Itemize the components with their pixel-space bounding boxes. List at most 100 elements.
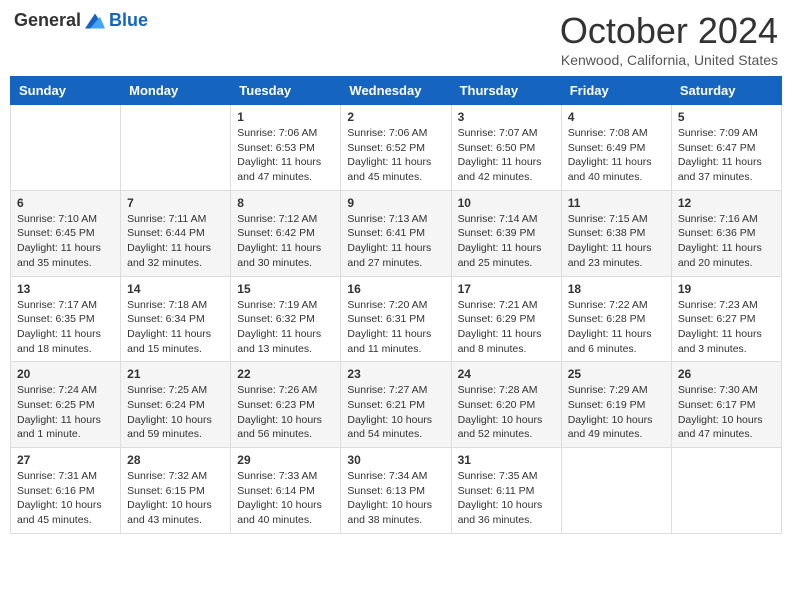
- day-info: Sunrise: 7:27 AM Sunset: 6:21 PM Dayligh…: [347, 383, 444, 442]
- day-number: 20: [17, 367, 114, 381]
- day-info: Sunrise: 7:34 AM Sunset: 6:13 PM Dayligh…: [347, 469, 444, 528]
- calendar-week-row: 20 Sunrise: 7:24 AM Sunset: 6:25 PM Dayli…: [11, 362, 782, 448]
- logo-icon: [85, 11, 105, 31]
- day-info: Sunrise: 7:18 AM Sunset: 6:34 PM Dayligh…: [127, 298, 224, 357]
- calendar-day-header: Thursday: [451, 77, 561, 105]
- calendar-cell: 3Sunrise: 7:07 AM Sunset: 6:50 PM Daylig…: [451, 105, 561, 191]
- calendar-cell: 5 Sunrise: 7:09 AM Sunset: 6:47 PM Daylig…: [671, 105, 781, 191]
- day-number: 26: [678, 367, 775, 381]
- day-number: 23: [347, 367, 444, 381]
- day-info: Sunrise: 7:31 AM Sunset: 6:16 PM Dayligh…: [17, 469, 114, 528]
- logo: General Blue: [14, 10, 148, 31]
- calendar-cell: 19Sunrise: 7:23 AM Sunset: 6:27 PM Dayli…: [671, 276, 781, 362]
- day-number: 3: [458, 110, 555, 124]
- calendar-cell: 24 Sunrise: 7:28 AM Sunset: 6:20 PM Dayli…: [451, 362, 561, 448]
- calendar-cell: 26 Sunrise: 7:30 AM Sunset: 6:17 PM Dayli…: [671, 362, 781, 448]
- calendar-week-row: 13Sunrise: 7:17 AM Sunset: 6:35 PM Dayli…: [11, 276, 782, 362]
- calendar-cell: 25 Sunrise: 7:29 AM Sunset: 6:19 PM Dayli…: [561, 362, 671, 448]
- day-info: Sunrise: 7:12 AM Sunset: 6:42 PM Dayligh…: [237, 212, 334, 271]
- day-info: Sunrise: 7:28 AM Sunset: 6:20 PM Dayligh…: [458, 383, 555, 442]
- month-title: October 2024: [560, 10, 778, 52]
- calendar-cell: 30 Sunrise: 7:34 AM Sunset: 6:13 PM Dayli…: [341, 448, 451, 534]
- day-info: Sunrise: 7:16 AM Sunset: 6:36 PM Dayligh…: [678, 212, 775, 271]
- calendar-cell: 13Sunrise: 7:17 AM Sunset: 6:35 PM Dayli…: [11, 276, 121, 362]
- day-number: 11: [568, 196, 665, 210]
- day-info: Sunrise: 7:22 AM Sunset: 6:28 PM Dayligh…: [568, 298, 665, 357]
- calendar-week-row: 1 Sunrise: 7:06 AM Sunset: 6:53 PM Daylig…: [11, 105, 782, 191]
- calendar-day-header: Sunday: [11, 77, 121, 105]
- calendar-day-header: Wednesday: [341, 77, 451, 105]
- calendar-cell: 8 Sunrise: 7:12 AM Sunset: 6:42 PM Daylig…: [231, 190, 341, 276]
- day-number: 24: [458, 367, 555, 381]
- day-number: 30: [347, 453, 444, 467]
- day-number: 18: [568, 282, 665, 296]
- calendar-cell: 12 Sunrise: 7:16 AM Sunset: 6:36 PM Dayli…: [671, 190, 781, 276]
- day-number: 9: [347, 196, 444, 210]
- calendar-cell: [671, 448, 781, 534]
- calendar-cell: 29 Sunrise: 7:33 AM Sunset: 6:14 PM Dayli…: [231, 448, 341, 534]
- calendar-cell: 11 Sunrise: 7:15 AM Sunset: 6:38 PM Dayli…: [561, 190, 671, 276]
- calendar-cell: 23 Sunrise: 7:27 AM Sunset: 6:21 PM Dayli…: [341, 362, 451, 448]
- day-info: Sunrise: 7:10 AM Sunset: 6:45 PM Dayligh…: [17, 212, 114, 271]
- calendar-header-row: SundayMondayTuesdayWednesdayThursdayFrid…: [11, 77, 782, 105]
- calendar-cell: 1 Sunrise: 7:06 AM Sunset: 6:53 PM Daylig…: [231, 105, 341, 191]
- day-number: 1: [237, 110, 334, 124]
- calendar-cell: 31 Sunrise: 7:35 AM Sunset: 6:11 PM Dayli…: [451, 448, 561, 534]
- calendar-cell: [561, 448, 671, 534]
- day-info: Sunrise: 7:14 AM Sunset: 6:39 PM Dayligh…: [458, 212, 555, 271]
- calendar-cell: [121, 105, 231, 191]
- day-info: Sunrise: 7:21 AM Sunset: 6:29 PM Dayligh…: [458, 298, 555, 357]
- day-info: Sunrise: 7:30 AM Sunset: 6:17 PM Dayligh…: [678, 383, 775, 442]
- calendar-cell: 7 Sunrise: 7:11 AM Sunset: 6:44 PM Daylig…: [121, 190, 231, 276]
- calendar-day-header: Monday: [121, 77, 231, 105]
- calendar-cell: 16 Sunrise: 7:20 AM Sunset: 6:31 PM Dayli…: [341, 276, 451, 362]
- day-number: 13: [17, 282, 114, 296]
- day-number: 7: [127, 196, 224, 210]
- logo-text-blue: Blue: [109, 10, 148, 31]
- day-info: Sunrise: 7:29 AM Sunset: 6:19 PM Dayligh…: [568, 383, 665, 442]
- day-number: 28: [127, 453, 224, 467]
- day-info: Sunrise: 7:06 AM Sunset: 6:52 PM Dayligh…: [347, 126, 444, 185]
- day-info: Sunrise: 7:20 AM Sunset: 6:31 PM Dayligh…: [347, 298, 444, 357]
- calendar-cell: 22Sunrise: 7:26 AM Sunset: 6:23 PM Dayli…: [231, 362, 341, 448]
- day-number: 8: [237, 196, 334, 210]
- calendar-cell: 27Sunrise: 7:31 AM Sunset: 6:16 PM Dayli…: [11, 448, 121, 534]
- day-number: 31: [458, 453, 555, 467]
- day-number: 12: [678, 196, 775, 210]
- calendar-cell: 28 Sunrise: 7:32 AM Sunset: 6:15 PM Dayli…: [121, 448, 231, 534]
- day-info: Sunrise: 7:06 AM Sunset: 6:53 PM Dayligh…: [237, 126, 334, 185]
- day-info: Sunrise: 7:09 AM Sunset: 6:47 PM Dayligh…: [678, 126, 775, 185]
- calendar-cell: 14Sunrise: 7:18 AM Sunset: 6:34 PM Dayli…: [121, 276, 231, 362]
- calendar-cell: 20 Sunrise: 7:24 AM Sunset: 6:25 PM Dayli…: [11, 362, 121, 448]
- day-info: Sunrise: 7:32 AM Sunset: 6:15 PM Dayligh…: [127, 469, 224, 528]
- day-number: 16: [347, 282, 444, 296]
- day-info: Sunrise: 7:13 AM Sunset: 6:41 PM Dayligh…: [347, 212, 444, 271]
- day-number: 5: [678, 110, 775, 124]
- calendar-day-header: Saturday: [671, 77, 781, 105]
- page-header: General Blue October 2024 Kenwood, Calif…: [10, 10, 782, 68]
- day-info: Sunrise: 7:15 AM Sunset: 6:38 PM Dayligh…: [568, 212, 665, 271]
- calendar-cell: 9 Sunrise: 7:13 AM Sunset: 6:41 PM Daylig…: [341, 190, 451, 276]
- calendar-table: SundayMondayTuesdayWednesdayThursdayFrid…: [10, 76, 782, 534]
- day-info: Sunrise: 7:33 AM Sunset: 6:14 PM Dayligh…: [237, 469, 334, 528]
- location: Kenwood, California, United States: [560, 52, 778, 68]
- calendar-week-row: 27Sunrise: 7:31 AM Sunset: 6:16 PM Dayli…: [11, 448, 782, 534]
- day-info: Sunrise: 7:08 AM Sunset: 6:49 PM Dayligh…: [568, 126, 665, 185]
- day-info: Sunrise: 7:24 AM Sunset: 6:25 PM Dayligh…: [17, 383, 114, 442]
- calendar-cell: 21Sunrise: 7:25 AM Sunset: 6:24 PM Dayli…: [121, 362, 231, 448]
- calendar-cell: 6 Sunrise: 7:10 AM Sunset: 6:45 PM Daylig…: [11, 190, 121, 276]
- title-area: October 2024 Kenwood, California, United…: [560, 10, 778, 68]
- day-number: 6: [17, 196, 114, 210]
- day-info: Sunrise: 7:23 AM Sunset: 6:27 PM Dayligh…: [678, 298, 775, 357]
- day-number: 29: [237, 453, 334, 467]
- calendar-cell: 18 Sunrise: 7:22 AM Sunset: 6:28 PM Dayli…: [561, 276, 671, 362]
- calendar-cell: 10Sunrise: 7:14 AM Sunset: 6:39 PM Dayli…: [451, 190, 561, 276]
- calendar-day-header: Friday: [561, 77, 671, 105]
- calendar-cell: 15Sunrise: 7:19 AM Sunset: 6:32 PM Dayli…: [231, 276, 341, 362]
- day-number: 17: [458, 282, 555, 296]
- day-info: Sunrise: 7:35 AM Sunset: 6:11 PM Dayligh…: [458, 469, 555, 528]
- day-number: 22: [237, 367, 334, 381]
- day-info: Sunrise: 7:11 AM Sunset: 6:44 PM Dayligh…: [127, 212, 224, 271]
- day-number: 21: [127, 367, 224, 381]
- day-number: 25: [568, 367, 665, 381]
